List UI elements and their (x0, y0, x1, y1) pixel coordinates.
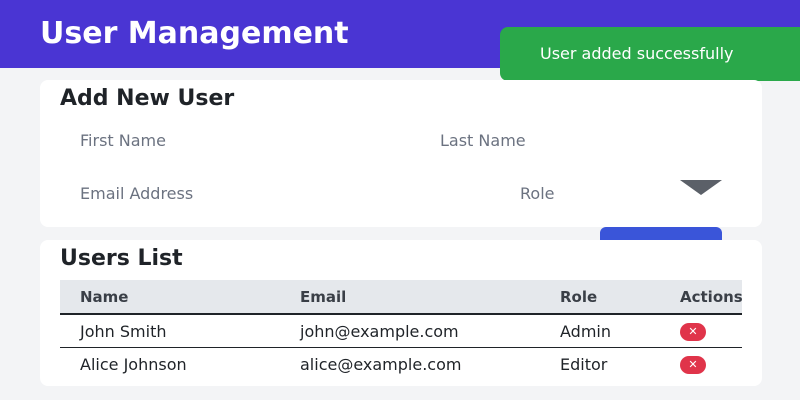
last-name-input[interactable]: Last Name (440, 131, 526, 151)
dropdown-arrow-icon[interactable] (680, 180, 722, 195)
delete-user-button[interactable]: ✕ (680, 355, 706, 374)
users-list-title: Users List (60, 246, 183, 271)
user-name-cell: Alice Johnson (80, 354, 187, 374)
user-name-cell: John Smith (60, 314, 280, 348)
column-header-role: Role (540, 280, 660, 315)
success-toast: User added successfully (500, 27, 800, 81)
user-email-cell: john@example.com (280, 314, 540, 348)
email-input[interactable]: Email Address (80, 184, 193, 204)
delete-user-button[interactable]: ✕ (680, 322, 706, 341)
users-list-card: Users List Name Email Role Actions John … (40, 240, 762, 386)
page-title: User Management (40, 16, 349, 51)
actions-cell: ✕ (660, 348, 742, 381)
table-row: Alice Johnson alice@example.com Editor ✕ (60, 348, 742, 381)
user-role-cell: Editor (560, 354, 608, 374)
column-header-name: Name (60, 280, 280, 315)
table-row: John Smith john@example.com Admin ✕ (60, 314, 742, 348)
add-user-card: Add New User First Name Last Name Email … (40, 80, 762, 227)
close-icon: ✕ (688, 357, 698, 371)
users-table: Name Email Role Actions John Smith john@… (60, 280, 743, 381)
add-user-title: Add New User (60, 86, 235, 111)
role-select[interactable]: Role (520, 184, 554, 204)
column-header-actions: Actions (660, 280, 743, 315)
actions-cell: ✕ (660, 314, 742, 348)
table-header-row: Name Email Role Actions (60, 280, 743, 315)
first-name-input[interactable]: First Name (80, 131, 166, 151)
toast-message: User added successfully (540, 44, 734, 63)
user-role-cell: Admin (540, 314, 660, 348)
close-icon: ✕ (688, 324, 698, 338)
column-header-email: Email (280, 280, 540, 315)
user-email-cell: alice@example.com (300, 354, 462, 374)
